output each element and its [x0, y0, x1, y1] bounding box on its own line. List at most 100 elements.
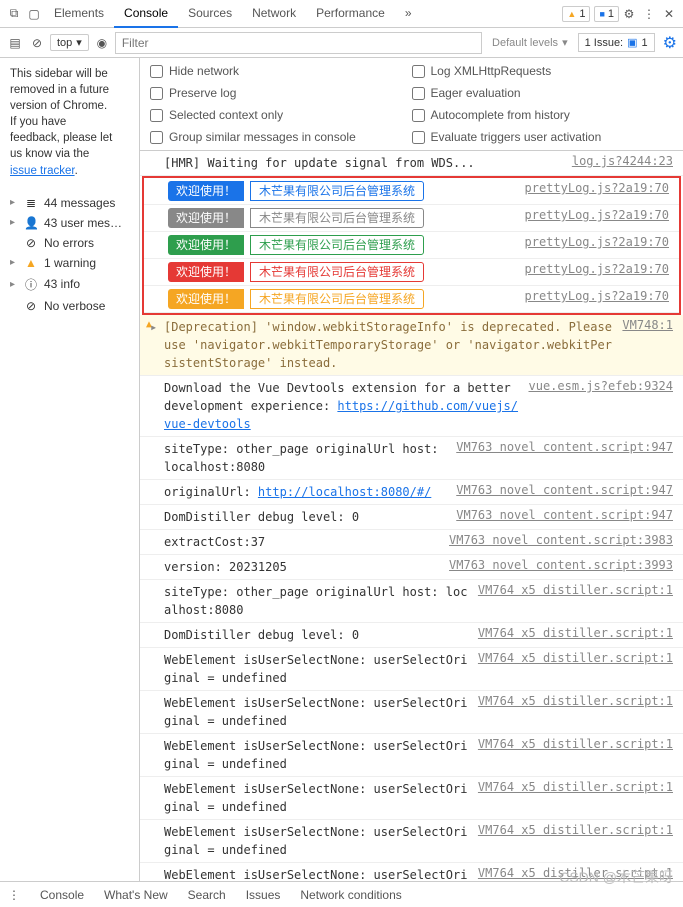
kebab-menu-icon[interactable]: ⋮: [639, 7, 659, 21]
sidebar-item-4[interactable]: ▸ ⓘ 43 info: [10, 273, 129, 296]
option-1[interactable]: Log XMLHttpRequests: [412, 64, 674, 78]
category-icon: 👤: [24, 216, 38, 230]
log-text: 木芒果有限公司后台管理系统: [250, 235, 424, 255]
sidebar-item-2[interactable]: ⊘ No errors: [10, 233, 129, 253]
toggle-sidebar-icon[interactable]: ▤: [6, 34, 24, 52]
source-link[interactable]: vue.esm.js?efeb:9324: [519, 379, 674, 393]
option-checkbox[interactable]: [150, 65, 163, 78]
filter-input[interactable]: [115, 32, 482, 54]
log-badge: 欢迎使用！: [168, 208, 244, 228]
source-link[interactable]: prettyLog.js?2a19:70: [515, 208, 670, 222]
option-3[interactable]: Eager evaluation: [412, 86, 674, 100]
source-link[interactable]: VM764 x5 distiller.script:1: [468, 694, 673, 708]
option-0[interactable]: Hide network: [150, 64, 412, 78]
console-row: siteType: other_page originalUrl host: l…: [140, 437, 683, 480]
inspect-icon[interactable]: ⧉: [4, 6, 24, 21]
source-link[interactable]: VM764 x5 distiller.script:1: [468, 651, 673, 665]
category-icon: ⓘ: [24, 276, 38, 293]
drawer-tab-search[interactable]: Search: [188, 888, 226, 902]
drawer-tab-whatsnew[interactable]: What's New: [104, 888, 168, 902]
drawer-tab-issues[interactable]: Issues: [246, 888, 281, 902]
option-6[interactable]: Group similar messages in console: [150, 130, 412, 144]
source-link[interactable]: VM764 x5 distiller.script:1: [468, 780, 673, 794]
context-selector[interactable]: top ▾: [50, 34, 89, 51]
clear-console-icon[interactable]: ⊘: [28, 34, 46, 52]
console-sidebar: This sidebar will be removed in a future…: [0, 58, 140, 881]
panel-tabs: Elements Console Sources Network Perform…: [44, 0, 558, 28]
option-checkbox[interactable]: [412, 109, 425, 122]
source-link[interactable]: log.js?4244:23: [562, 154, 673, 168]
tab-sources[interactable]: Sources: [178, 0, 242, 28]
option-checkbox[interactable]: [412, 131, 425, 144]
log-badge: 欢迎使用！: [168, 262, 244, 282]
tab-console[interactable]: Console: [114, 0, 178, 28]
console-message: WebElement isUserSelectNone: userSelectO…: [164, 651, 468, 687]
source-link[interactable]: VM763 novel content.script:947: [446, 483, 673, 497]
drawer-tab-console[interactable]: Console: [40, 888, 84, 902]
source-link[interactable]: VM748:1: [612, 318, 673, 332]
option-checkbox[interactable]: [150, 109, 163, 122]
option-2[interactable]: Preserve log: [150, 86, 412, 100]
option-checkbox[interactable]: [412, 87, 425, 100]
live-expression-icon[interactable]: ◉: [93, 34, 111, 52]
source-link[interactable]: VM763 novel content.script:3993: [439, 558, 673, 572]
console-row: WebElement isUserSelectNone: userSelectO…: [140, 648, 683, 691]
console-row: siteType: other_page originalUrl host: l…: [140, 580, 683, 623]
source-link[interactable]: VM763 novel content.script:947: [446, 508, 673, 522]
source-link[interactable]: VM764 x5 distiller.script:1: [468, 737, 673, 751]
issue-icon: ▣: [627, 36, 637, 49]
source-link[interactable]: VM764 x5 distiller.script:1: [468, 866, 673, 880]
close-devtools-icon[interactable]: ✕: [659, 7, 679, 21]
option-5[interactable]: Autocomplete from history: [412, 108, 674, 122]
sidebar-item-label: 44 messages: [44, 196, 115, 210]
source-link[interactable]: prettyLog.js?2a19:70: [515, 289, 670, 303]
sidebar-item-label: No verbose: [44, 299, 105, 313]
warning-count-badge[interactable]: 1: [562, 6, 590, 22]
source-link[interactable]: VM763 novel content.script:947: [446, 440, 673, 454]
sidebar-item-3[interactable]: ▸ ▲ 1 warning: [10, 253, 129, 273]
option-7[interactable]: Evaluate triggers user activation: [412, 130, 674, 144]
sidebar-item-0[interactable]: ▸ ≣ 44 messages: [10, 193, 129, 213]
info-count-badge[interactable]: 1: [594, 6, 619, 22]
drawer-tab-network-conditions[interactable]: Network conditions: [300, 888, 401, 902]
option-checkbox[interactable]: [150, 87, 163, 100]
option-4[interactable]: Selected context only: [150, 108, 412, 122]
tab-network[interactable]: Network: [242, 0, 306, 28]
issues-button[interactable]: 1 Issue: ▣ 1: [578, 33, 655, 52]
source-link[interactable]: VM764 x5 distiller.script:1: [468, 583, 673, 597]
inline-link[interactable]: http://localhost:8080/#/: [258, 485, 431, 499]
issue-tracker-link[interactable]: issue tracker: [10, 165, 75, 177]
sidebar-item-1[interactable]: ▸ 👤 43 user mes…: [10, 213, 129, 233]
sidebar-item-5[interactable]: ⊘ No verbose: [10, 296, 129, 316]
expand-arrow-icon: ▸: [10, 279, 18, 290]
source-link[interactable]: VM764 x5 distiller.script:1: [468, 823, 673, 837]
console-row: DomDistiller debug level: 0 VM764 x5 dis…: [140, 623, 683, 648]
console-settings-gear-icon[interactable]: ⚙: [663, 33, 677, 53]
option-checkbox[interactable]: [150, 131, 163, 144]
console-output[interactable]: [HMR] Waiting for update signal from WDS…: [140, 151, 683, 881]
console-message: [HMR] Waiting for update signal from WDS…: [164, 154, 562, 172]
category-icon: ▲: [24, 256, 38, 270]
log-levels-selector[interactable]: Default levels ▾: [486, 35, 574, 50]
source-link[interactable]: VM764 x5 distiller.script:1: [468, 626, 673, 640]
sidebar-item-label: 43 info: [44, 277, 80, 291]
console-row: WebElement isUserSelectNone: userSelectO…: [140, 863, 683, 881]
inline-link[interactable]: https://github.com/vuejs/vue-devtools: [164, 399, 518, 431]
console-message: WebElement isUserSelectNone: userSelectO…: [164, 866, 468, 881]
drawer-menu-icon[interactable]: ⋮: [8, 888, 20, 902]
tab-elements[interactable]: Elements: [44, 0, 114, 28]
console-message: [Deprecation] 'window.webkitStorageInfo'…: [164, 318, 612, 372]
tab-performance[interactable]: Performance: [306, 0, 395, 28]
category-icon: ⊘: [24, 236, 38, 250]
tab-more[interactable]: »: [395, 0, 422, 28]
source-link[interactable]: prettyLog.js?2a19:70: [515, 235, 670, 249]
console-message: version: 20231205: [164, 558, 439, 576]
device-toggle-icon[interactable]: ▢: [24, 7, 44, 21]
source-link[interactable]: prettyLog.js?2a19:70: [515, 262, 670, 276]
option-checkbox[interactable]: [412, 65, 425, 78]
settings-gear-icon[interactable]: ⚙: [619, 7, 639, 21]
console-row: WebElement isUserSelectNone: userSelectO…: [140, 691, 683, 734]
drawer-footer: ⋮ Console What's New Search Issues Netwo…: [0, 881, 683, 907]
source-link[interactable]: VM763 novel content.script:3983: [439, 533, 673, 547]
source-link[interactable]: prettyLog.js?2a19:70: [515, 181, 670, 195]
